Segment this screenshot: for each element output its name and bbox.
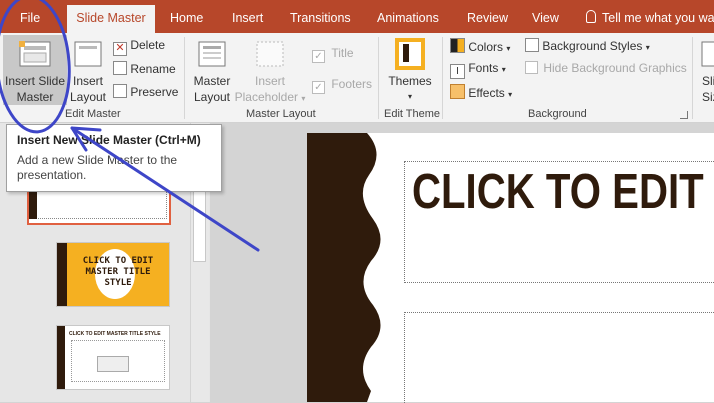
annotation-arrow <box>70 126 260 252</box>
annotation-circle <box>0 0 71 134</box>
annotation-overlay <box>0 0 260 252</box>
